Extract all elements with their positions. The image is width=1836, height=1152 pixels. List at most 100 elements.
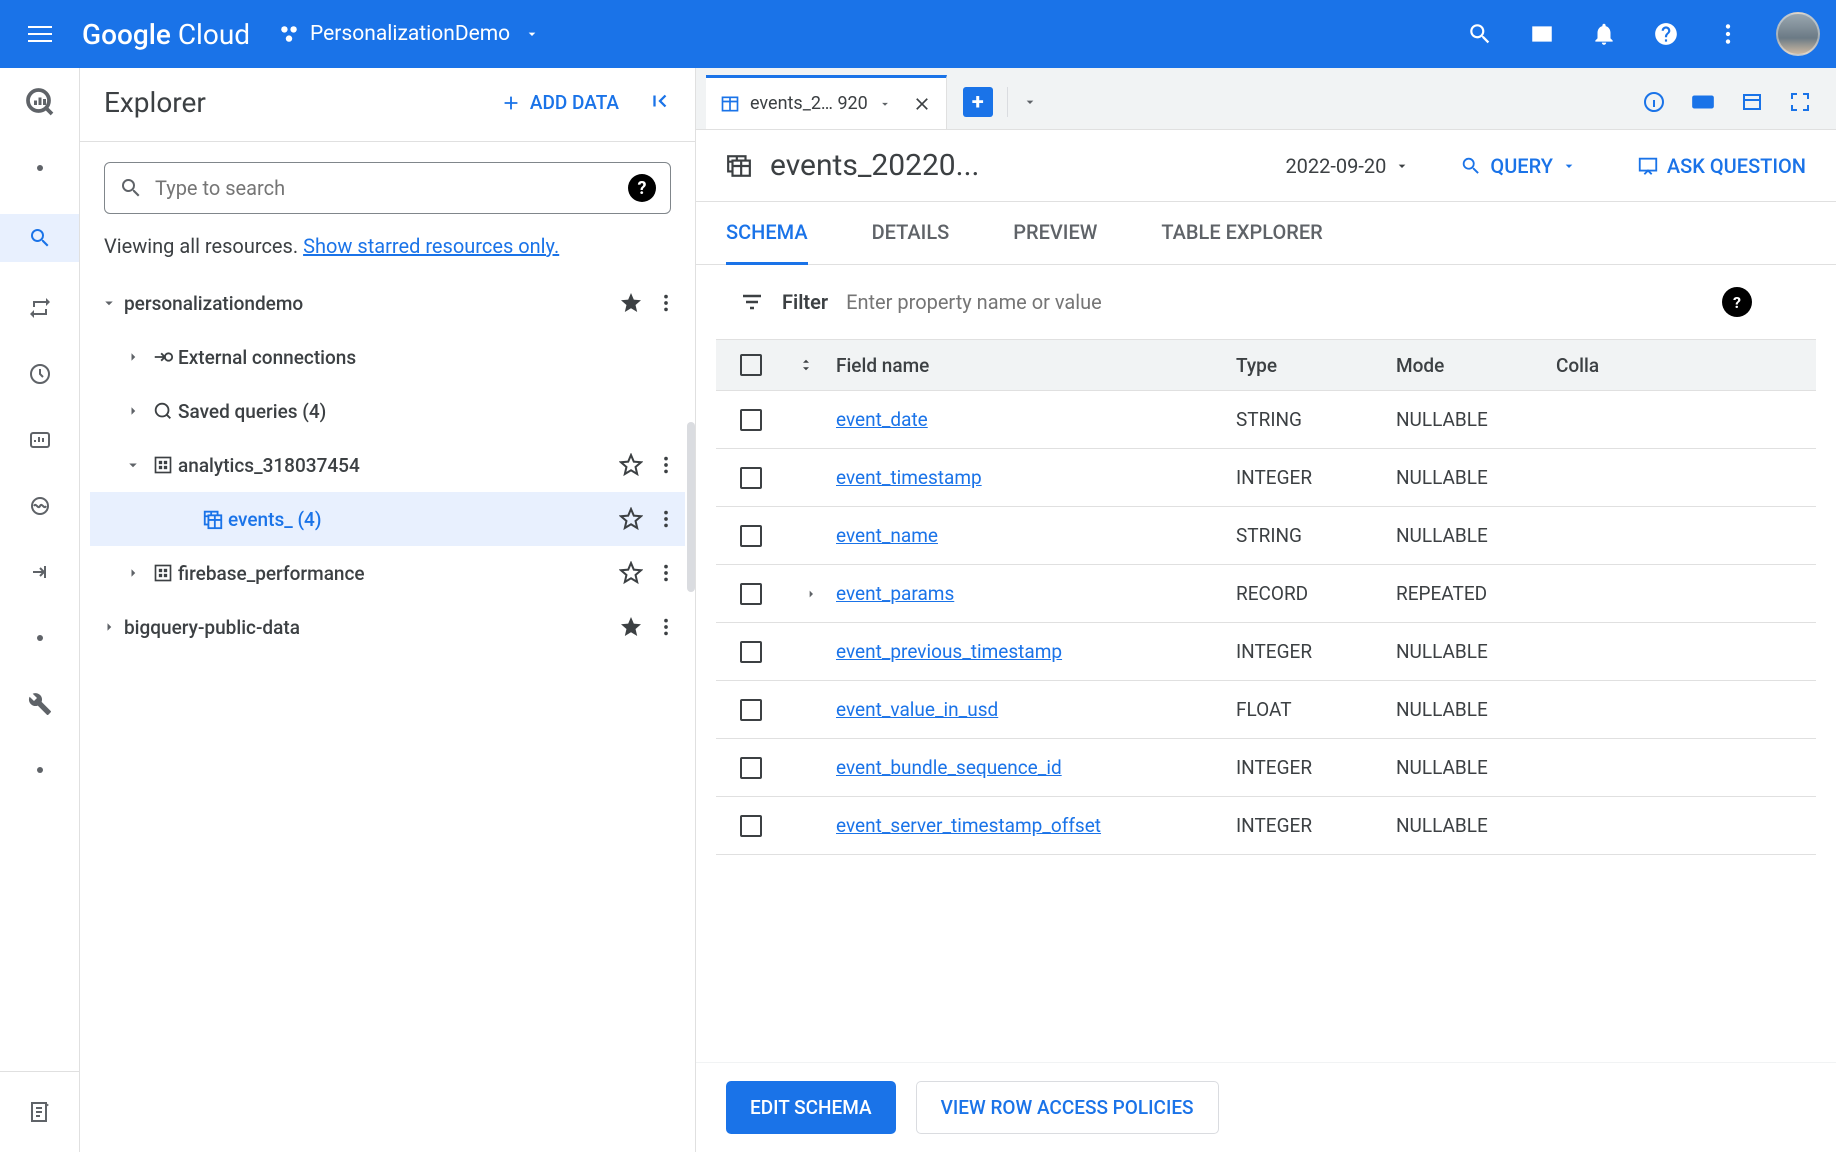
tab-dropdown-icon[interactable]	[1022, 94, 1038, 110]
field-name-link[interactable]: event_params	[836, 582, 954, 605]
close-icon[interactable]	[912, 94, 932, 114]
settings-icon[interactable]	[20, 684, 60, 724]
ask-question-button[interactable]: ASK QUESTION	[1637, 154, 1806, 178]
analytics-icon[interactable]	[20, 420, 60, 460]
document-tab[interactable]: events_2… 920	[706, 75, 947, 129]
plus-icon	[500, 92, 522, 114]
field-name-link[interactable]: event_server_timestamp_offset	[836, 814, 1101, 837]
tree-dataset-analytics[interactable]: analytics_318037454	[90, 438, 685, 492]
tree-project[interactable]: personalizationdemo	[90, 276, 685, 330]
row-checkbox[interactable]	[740, 525, 762, 547]
edit-schema-button[interactable]: EDIT SCHEMA	[726, 1081, 896, 1134]
field-type: FLOAT	[1236, 698, 1396, 721]
tree-saved-queries[interactable]: Saved queries (4)	[90, 384, 685, 438]
tab-table-explorer[interactable]: TABLE EXPLORER	[1161, 202, 1322, 264]
more-icon[interactable]	[655, 292, 677, 314]
search-box[interactable]: ?	[104, 162, 671, 214]
search-icon[interactable]	[1466, 20, 1494, 48]
row-checkbox[interactable]	[740, 815, 762, 837]
project-selector[interactable]: PersonalizationDemo	[278, 22, 540, 46]
logo[interactable]: Google Cloud	[82, 18, 250, 51]
search-rail-icon[interactable]	[0, 214, 79, 262]
biengine-icon[interactable]	[20, 486, 60, 526]
col-header-name[interactable]: Field name	[836, 354, 1236, 377]
col-header-mode[interactable]: Mode	[1396, 354, 1556, 377]
col-header-collation[interactable]: Colla	[1556, 354, 1816, 377]
tree-external-connections[interactable]: External connections	[90, 330, 685, 384]
more-icon[interactable]	[655, 616, 677, 638]
search-input[interactable]	[155, 176, 628, 200]
new-tab-button[interactable]: +	[963, 87, 993, 117]
partitioned-table-icon	[202, 508, 224, 530]
star-outline-icon[interactable]	[619, 561, 643, 585]
filter-help-icon[interactable]: ?	[1722, 287, 1752, 317]
field-name-link[interactable]: event_name	[836, 524, 938, 547]
scrollbar[interactable]	[687, 422, 695, 592]
schema-row: event_timestampINTEGERNULLABLE	[716, 449, 1816, 507]
row-checkbox[interactable]	[740, 467, 762, 489]
col-header-type[interactable]: Type	[1236, 354, 1396, 377]
chevron-down-icon	[124, 456, 142, 474]
star-outline-icon[interactable]	[619, 453, 643, 477]
star-outline-icon[interactable]	[619, 507, 643, 531]
notifications-icon[interactable]	[1590, 20, 1618, 48]
tree-public-data[interactable]: bigquery-public-data	[90, 600, 685, 654]
keyboard-icon[interactable]	[1690, 89, 1716, 115]
dataset-icon	[153, 455, 173, 475]
select-all-checkbox[interactable]	[740, 354, 762, 376]
field-name-link[interactable]: event_timestamp	[836, 466, 982, 489]
menu-button[interactable]	[16, 10, 64, 58]
schema-table: Field name Type Mode Colla event_date STR…	[696, 339, 1836, 1062]
rail-dot-1[interactable]	[20, 148, 60, 188]
star-filled-icon[interactable]	[619, 615, 643, 639]
row-checkbox[interactable]	[740, 641, 762, 663]
help-icon[interactable]	[1652, 20, 1680, 48]
more-icon[interactable]	[655, 562, 677, 584]
field-name-link[interactable]: event_bundle_sequence_id	[836, 756, 1062, 779]
search-help-icon[interactable]: ?	[628, 174, 656, 202]
tree-dataset-firebase[interactable]: firebase_performance	[90, 546, 685, 600]
star-filled-icon[interactable]	[619, 291, 643, 315]
tree-table-events[interactable]: events_ (4)	[90, 492, 685, 546]
tab-details[interactable]: DETAILS	[872, 202, 950, 264]
view-policies-button[interactable]: VIEW ROW ACCESS POLICIES	[916, 1081, 1219, 1134]
field-mode: NULLABLE	[1396, 408, 1556, 431]
bottom-bar: EDIT SCHEMA VIEW ROW ACCESS POLICIES	[696, 1062, 1836, 1152]
more-icon[interactable]	[1714, 20, 1742, 48]
row-checkbox[interactable]	[740, 757, 762, 779]
rail-dot-2[interactable]	[20, 618, 60, 658]
collapse-panel-button[interactable]	[649, 90, 671, 116]
fullscreen-icon[interactable]	[1788, 90, 1812, 114]
info-icon[interactable]	[1642, 90, 1666, 114]
chevron-right-icon[interactable]	[803, 586, 819, 602]
user-avatar[interactable]	[1776, 12, 1820, 56]
field-name-link[interactable]: event_value_in_usd	[836, 698, 998, 721]
more-icon[interactable]	[655, 508, 677, 530]
history-icon[interactable]	[1740, 90, 1764, 114]
migrate-icon[interactable]	[20, 552, 60, 592]
notes-icon[interactable]	[20, 1092, 60, 1132]
date-selector[interactable]: 2022-09-20	[1285, 154, 1410, 178]
rail-dot-3[interactable]	[20, 750, 60, 790]
field-name-link[interactable]: event_previous_timestamp	[836, 640, 1062, 663]
tab-preview[interactable]: PREVIEW	[1013, 202, 1097, 264]
field-type: STRING	[1236, 408, 1396, 431]
field-name-link[interactable]: event_date	[836, 408, 928, 431]
starred-link[interactable]: Show starred resources only.	[303, 234, 559, 258]
bigquery-icon[interactable]	[20, 82, 60, 122]
field-mode: NULLABLE	[1396, 756, 1556, 779]
sort-icon[interactable]	[797, 356, 815, 374]
more-icon[interactable]	[655, 454, 677, 476]
cloud-shell-icon[interactable]	[1528, 20, 1556, 48]
chevron-right-icon	[100, 618, 118, 636]
schedule-icon[interactable]	[20, 354, 60, 394]
row-checkbox[interactable]	[740, 583, 762, 605]
add-data-button[interactable]: ADD DATA	[500, 91, 619, 114]
transfers-icon[interactable]	[20, 288, 60, 328]
query-button[interactable]: QUERY	[1460, 154, 1577, 178]
tab-schema[interactable]: SCHEMA	[726, 202, 808, 265]
row-checkbox[interactable]	[740, 699, 762, 721]
row-checkbox[interactable]	[740, 409, 762, 431]
filter-input[interactable]	[846, 290, 1704, 314]
chevron-down-icon[interactable]	[878, 97, 892, 111]
